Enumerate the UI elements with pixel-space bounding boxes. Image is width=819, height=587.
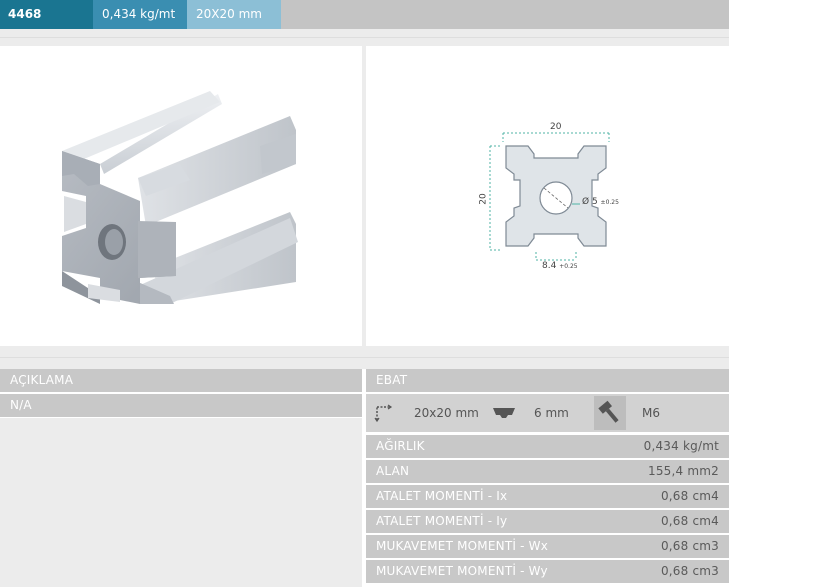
spec-value: 0,68 cm3 (660, 564, 719, 578)
hole-tolerance: ±0.25 (600, 199, 619, 206)
profile-cross-section (489, 132, 610, 261)
slot-nut-icon (492, 404, 516, 420)
separator-line (0, 37, 729, 38)
table-separator (0, 348, 729, 369)
ebat-bolt: M6 (642, 406, 660, 420)
spec-row: MUKAVEMET MOMENTİ - Wx 0,68 cm3 (366, 535, 729, 558)
spec-row: ATALET MOMENTİ - Iy 0,68 cm4 (366, 510, 729, 533)
spec-value: 0,68 cm4 (660, 514, 719, 528)
product-weight: 0,434 kg/mt (93, 0, 187, 29)
description-value: N/A (0, 394, 362, 417)
spec-label: ATALET MOMENTİ - Ix (376, 489, 508, 503)
dimension-icon (374, 403, 394, 423)
product-size: 20X20 mm (187, 0, 281, 29)
ebat-row: 20x20 mm 6 mm M6 (366, 394, 729, 432)
ebat-header: EBAT (366, 369, 729, 392)
hole-dimension: Ø 5 ±0.25 (582, 197, 619, 207)
slot-width: 8.4 (542, 261, 557, 271)
spec-value: 0,434 kg/mt (643, 439, 719, 453)
profile-3d-image (62, 91, 298, 304)
spec-row: MUKAVEMET MOMENTİ - Wy 0,68 cm3 (366, 560, 729, 583)
spec-row: ALAN 155,4 mm2 (366, 460, 729, 483)
slot-dimension: 8.4 +0.25 (542, 261, 578, 271)
spec-row: ATALET MOMENTİ - Ix 0,68 cm4 (366, 485, 729, 508)
width-dimension: 20 (550, 122, 562, 132)
height-dimension: 20 (478, 193, 489, 205)
hole-diameter: Ø 5 (582, 197, 598, 207)
product-code: 4468 (0, 0, 93, 29)
spec-label: MUKAVEMET MOMENTİ - Wx (376, 539, 549, 553)
spec-value: 0,68 cm4 (660, 489, 719, 503)
technical-drawing-panel: 20 20 Ø 5 ±0.25 8.4 +0.25 (366, 46, 729, 346)
ebat-slot: 6 mm (534, 406, 569, 420)
spec-value: 155,4 mm2 (648, 464, 719, 478)
spec-label: ATALET MOMENTİ - Iy (376, 514, 508, 528)
ebat-dimension: 20x20 mm (414, 406, 479, 420)
spec-label: AĞIRLIK (376, 439, 425, 453)
slot-tolerance: +0.25 (559, 263, 578, 270)
spec-label: ALAN (376, 464, 410, 478)
product-photo-panel (0, 46, 362, 346)
spec-label: MUKAVEMET MOMENTİ - Wy (376, 564, 548, 578)
spec-value: 0,68 cm3 (660, 539, 719, 553)
description-header: AÇIKLAMA (0, 369, 362, 392)
separator-line (0, 357, 729, 358)
description-body (0, 418, 362, 587)
spec-row: AĞIRLIK 0,434 kg/mt (366, 435, 729, 458)
bolt-icon (594, 396, 626, 430)
